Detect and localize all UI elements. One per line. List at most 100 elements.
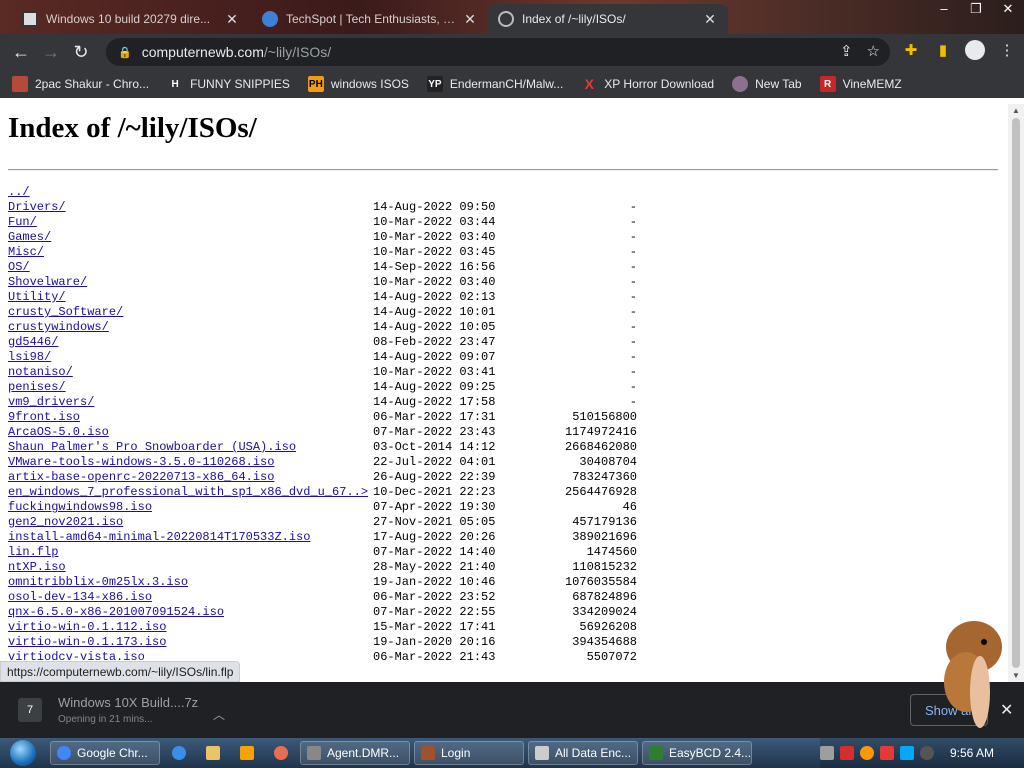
start-button[interactable]: [0, 738, 46, 768]
file-link[interactable]: OS/: [8, 260, 30, 275]
scroll-down-icon[interactable]: ▼: [1012, 671, 1020, 680]
tupac-icon: [12, 76, 28, 92]
bookmark-windows-isos[interactable]: PH windows ISOS: [307, 76, 409, 92]
tray-search-icon[interactable]: [859, 746, 874, 760]
file-link[interactable]: omnitribblix-0m25lx.3.iso: [8, 575, 188, 590]
window-icon: [307, 746, 321, 760]
minimize-button[interactable]: –: [928, 0, 960, 22]
file-link[interactable]: lin.flp: [8, 545, 58, 560]
file-link[interactable]: lsi98/: [8, 350, 51, 365]
media-player-icon: [240, 746, 254, 760]
modified-date: 27-Nov-2021 05:05: [373, 515, 496, 529]
file-size: -: [629, 215, 637, 229]
bookmark-funny-snippies[interactable]: H FUNNY SNIPPIES: [167, 76, 289, 92]
modified-date: 19-Jan-2020 20:16: [373, 635, 496, 649]
file-link[interactable]: gd5446/: [8, 335, 58, 350]
file-link[interactable]: virtio-win-0.1.112.iso: [8, 620, 166, 635]
taskbar-easybcd[interactable]: EasyBCD 2.4...: [642, 741, 752, 765]
taskbar-login[interactable]: Login: [414, 741, 524, 765]
file-link[interactable]: crusty_Software/: [8, 305, 123, 320]
file-link[interactable]: ArcaOS-5.0.iso: [8, 425, 109, 440]
file-link[interactable]: VMware-tools-windows-3.5.0-110268.iso: [8, 455, 274, 470]
file-link[interactable]: crustywindows/: [8, 320, 109, 335]
file-link[interactable]: penises/: [8, 380, 66, 395]
side-panel-icon[interactable]: ▮: [932, 38, 954, 62]
taskbar-agent-dmr[interactable]: Agent.DMR...: [300, 741, 410, 765]
techspot-favicon-icon: [262, 11, 278, 27]
tab-techspot[interactable]: TechSpot | Tech Enthusiasts, Po... ✕: [252, 4, 488, 34]
file-link[interactable]: Misc/: [8, 245, 44, 260]
address-bar[interactable]: 🔒 computernewb.com/~lily/ISOs/ ⇪ ☆: [106, 38, 890, 66]
bookmark-star-icon[interactable]: ☆: [867, 42, 880, 60]
file-link[interactable]: vm9_drivers/: [8, 395, 94, 410]
forward-icon[interactable]: →: [36, 37, 66, 67]
file-link[interactable]: virtio-win-0.1.173.iso: [8, 635, 166, 650]
taskbar-chrome[interactable]: Google Chr...: [50, 741, 160, 765]
file-size: -: [629, 245, 637, 259]
file-link[interactable]: notaniso/: [8, 365, 73, 380]
file-link[interactable]: fuckingwindows98.iso: [8, 500, 152, 515]
profile-avatar-icon[interactable]: [964, 38, 986, 62]
back-icon[interactable]: ←: [6, 37, 36, 67]
file-link[interactable]: Games/: [8, 230, 51, 245]
share-icon[interactable]: ⇪: [840, 42, 853, 60]
tab-close-icon[interactable]: ✕: [224, 11, 240, 28]
page-favicon-icon: [22, 11, 38, 27]
download-item[interactable]: 7 Windows 10X Build....7z Opening in 21 …: [8, 688, 228, 732]
maximize-button[interactable]: ❐: [960, 0, 992, 22]
x-icon: X: [584, 76, 594, 92]
file-link[interactable]: ntXP.iso: [8, 560, 66, 575]
tray-volume-icon[interactable]: [919, 746, 934, 760]
tab-windows10-build[interactable]: Windows 10 build 20279 dire... ✕: [12, 4, 250, 34]
file-link[interactable]: Shaun Palmer's Pro Snowboarder (USA).iso: [8, 440, 296, 455]
easybcd-icon: [649, 746, 663, 760]
chevron-up-icon[interactable]: ︿: [213, 706, 225, 723]
file-link[interactable]: Shovelware/: [8, 275, 87, 290]
scrollbar-thumb[interactable]: [1012, 118, 1020, 668]
bookmark-new-tab[interactable]: New Tab: [732, 76, 802, 92]
menu-kebab-icon[interactable]: ⋮: [996, 38, 1018, 62]
close-window-button[interactable]: ✕: [992, 0, 1024, 22]
reload-icon[interactable]: ↻: [66, 37, 96, 67]
file-link[interactable]: osol-dev-134-x86.iso: [8, 590, 152, 605]
bookmark-2pac[interactable]: 2pac Shakur - Chro...: [12, 76, 149, 92]
file-link[interactable]: Drivers/: [8, 200, 66, 215]
file-link[interactable]: en_windows_7_professional_with_sp1_x86_d…: [8, 485, 368, 500]
desktop-mascot-icon: [944, 621, 1002, 728]
file-link[interactable]: artix-base-openrc-20220713-x86_64.iso: [8, 470, 274, 485]
file-link[interactable]: Utility/: [8, 290, 66, 305]
file-link[interactable]: gen2_nov2021.iso: [8, 515, 123, 530]
file-link[interactable]: Fun/: [8, 215, 37, 230]
tab-close-icon[interactable]: ✕: [702, 11, 718, 28]
file-size: 1076035584: [564, 575, 637, 589]
modified-date: 14-Sep-2022 16:56: [373, 260, 496, 274]
taskbar-app[interactable]: [266, 741, 296, 765]
bookmarks-bar: 2pac Shakur - Chro... H FUNNY SNIPPIES PH…: [0, 70, 1024, 98]
bookmark-vinememz[interactable]: R VineMEMZ: [819, 76, 902, 92]
tray-flag-icon[interactable]: [879, 746, 894, 760]
scroll-up-icon[interactable]: ▲: [1012, 106, 1020, 115]
taskbar-ie[interactable]: [164, 741, 194, 765]
bookmark-endermanch[interactable]: YP EndermanCH/Malw...: [426, 76, 563, 92]
status-url-bubble: https://computernewb.com/~lily/ISOs/lin.…: [0, 661, 241, 682]
bookmark-xp-horror[interactable]: X XP Horror Download: [581, 76, 715, 92]
file-link[interactable]: 9front.iso: [8, 410, 80, 425]
tray-gear-icon[interactable]: [819, 746, 834, 760]
tray-v-icon[interactable]: [839, 746, 854, 760]
file-size: 5507072: [586, 650, 637, 664]
taskbar-explorer[interactable]: [198, 741, 228, 765]
file-link[interactable]: ../: [8, 185, 30, 200]
taskbar-media[interactable]: [232, 741, 262, 765]
vertical-scrollbar[interactable]: ▲ ▼: [1008, 104, 1024, 682]
file-link[interactable]: qnx-6.5.0-x86-201007091524.iso: [8, 605, 224, 620]
lock-icon[interactable]: 🔒: [118, 46, 132, 59]
h-icon: H: [171, 78, 179, 90]
tab-index-of-isos[interactable]: Index of /~lily/ISOs/ ✕: [488, 4, 728, 34]
tab-close-icon[interactable]: ✕: [462, 11, 478, 28]
taskbar-all-data[interactable]: All Data Enc...: [528, 741, 638, 765]
extensions-puzzle-icon[interactable]: ✚: [900, 38, 922, 62]
globe-favicon-icon: [498, 11, 514, 27]
internet-explorer-icon: [172, 746, 186, 760]
file-link[interactable]: install-amd64-minimal-20220814T170533Z.i…: [8, 530, 310, 545]
tray-monitor-icon[interactable]: [899, 746, 914, 760]
